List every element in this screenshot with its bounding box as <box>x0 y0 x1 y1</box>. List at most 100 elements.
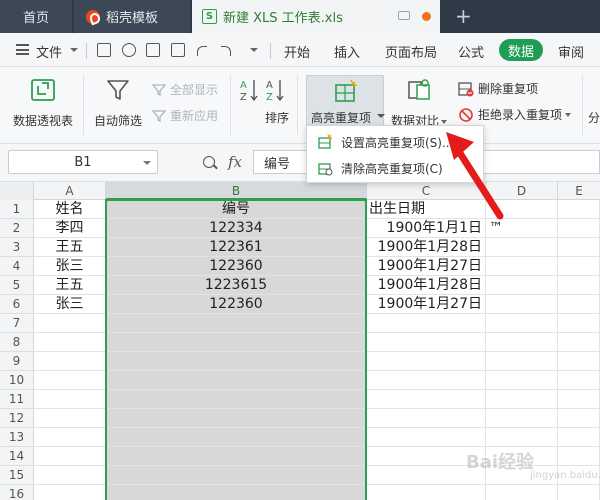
name-box[interactable]: B1 <box>8 150 158 174</box>
cell-c11[interactable] <box>367 390 486 409</box>
cell-e14[interactable] <box>558 447 600 466</box>
tab-data[interactable]: 数据 <box>499 39 543 61</box>
cell-a3[interactable]: 王五 <box>34 238 106 257</box>
cell-e1[interactable] <box>558 200 600 219</box>
cell-b9[interactable] <box>106 352 367 371</box>
cell-a5[interactable]: 王五 <box>34 276 106 295</box>
cell-a1[interactable]: 姓名 <box>34 200 106 219</box>
name-box-chevron-down-icon[interactable] <box>143 161 151 165</box>
data-compare-button[interactable]: 数据对比 <box>388 77 450 129</box>
tab-formula[interactable]: 公式 <box>458 42 484 61</box>
export-icon[interactable] <box>122 43 136 57</box>
cell-c13[interactable] <box>367 428 486 447</box>
cell-d12[interactable] <box>486 409 558 428</box>
column-header-e[interactable]: E <box>558 182 600 200</box>
cell-b14[interactable] <box>106 447 367 466</box>
cell-e6[interactable] <box>558 295 600 314</box>
remove-duplicates-button[interactable]: 删除重复项 <box>458 80 538 97</box>
cell-e7[interactable] <box>558 314 600 333</box>
hamburger-menu-icon[interactable] <box>16 44 29 55</box>
cell-c3[interactable]: 1900年1月28日 <box>367 238 486 257</box>
pivot-table-button[interactable]: 数据透视表 <box>10 77 76 129</box>
tab-review[interactable]: 审阅 <box>558 42 584 61</box>
row-header[interactable]: 6 <box>0 295 34 314</box>
tab-xls-file[interactable]: S 新建 XLS 工作表.xls <box>192 0 440 33</box>
cell-c9[interactable] <box>367 352 486 371</box>
cell-b13[interactable] <box>106 428 367 447</box>
cell-b8[interactable] <box>106 333 367 352</box>
cell-d10[interactable] <box>486 371 558 390</box>
tab-docer-templates[interactable]: 稻壳模板 <box>74 0 190 33</box>
row-header[interactable]: 11 <box>0 390 34 409</box>
row-header[interactable]: 5 <box>0 276 34 295</box>
tab-start[interactable]: 开始 <box>284 42 310 61</box>
select-all-corner[interactable] <box>0 182 34 200</box>
cell-e11[interactable] <box>558 390 600 409</box>
cell-e2[interactable] <box>558 219 600 238</box>
row-header[interactable]: 4 <box>0 257 34 276</box>
row-header[interactable]: 12 <box>0 409 34 428</box>
cell-b16[interactable] <box>106 485 367 500</box>
cell-a7[interactable] <box>34 314 106 333</box>
cell-d11[interactable] <box>486 390 558 409</box>
cell-e5[interactable] <box>558 276 600 295</box>
cell-b12[interactable] <box>106 409 367 428</box>
sort-button[interactable]: A Z A Z <box>234 77 292 109</box>
tab-home[interactable]: 首页 <box>0 0 72 33</box>
cell-a12[interactable] <box>34 409 106 428</box>
cell-c16[interactable] <box>367 485 486 500</box>
cell-d4[interactable] <box>486 257 558 276</box>
cell-d5[interactable] <box>486 276 558 295</box>
fx-icon[interactable]: fx <box>228 153 242 171</box>
cell-b6[interactable]: 122360 <box>106 295 367 314</box>
row-header[interactable]: 9 <box>0 352 34 371</box>
row-header[interactable]: 10 <box>0 371 34 390</box>
cell-a13[interactable] <box>34 428 106 447</box>
tab-insert[interactable]: 插入 <box>334 42 360 61</box>
monitor-icon[interactable] <box>398 11 410 20</box>
cell-b1[interactable]: 编号 <box>106 200 367 219</box>
cell-a2[interactable]: 李四 <box>34 219 106 238</box>
cell-e4[interactable] <box>558 257 600 276</box>
row-header[interactable]: 3 <box>0 238 34 257</box>
cell-c12[interactable] <box>367 409 486 428</box>
cell-a8[interactable] <box>34 333 106 352</box>
cell-c5[interactable]: 1900年1月28日 <box>367 276 486 295</box>
column-header-a[interactable]: A <box>34 182 106 200</box>
split-columns-button[interactable]: 分 <box>588 109 600 126</box>
cell-a14[interactable] <box>34 447 106 466</box>
cell-d7[interactable] <box>486 314 558 333</box>
cell-d3[interactable] <box>486 238 558 257</box>
cell-e12[interactable] <box>558 409 600 428</box>
column-header-b[interactable]: B <box>106 182 367 200</box>
cell-d9[interactable] <box>486 352 558 371</box>
row-header[interactable]: 1 <box>0 200 34 219</box>
cell-e3[interactable] <box>558 238 600 257</box>
print-icon[interactable] <box>146 43 160 57</box>
print-preview-icon[interactable] <box>171 43 185 57</box>
cell-b10[interactable] <box>106 371 367 390</box>
row-header[interactable]: 2 <box>0 219 34 238</box>
row-header[interactable]: 13 <box>0 428 34 447</box>
cell-e13[interactable] <box>558 428 600 447</box>
cell-d8[interactable] <box>486 333 558 352</box>
show-all-button[interactable]: 全部显示 <box>152 81 218 98</box>
row-header[interactable]: 14 <box>0 447 34 466</box>
cell-e8[interactable] <box>558 333 600 352</box>
cell-e16[interactable] <box>558 485 600 500</box>
cell-a6[interactable]: 张三 <box>34 295 106 314</box>
cell-b3[interactable]: 122361 <box>106 238 367 257</box>
cell-b5[interactable]: 1223615 <box>106 276 367 295</box>
cell-a4[interactable]: 张三 <box>34 257 106 276</box>
cell-d16[interactable] <box>486 485 558 500</box>
highlight-duplicates-button[interactable]: 高亮重复项 <box>306 75 385 131</box>
new-tab-button[interactable]: + <box>455 6 472 26</box>
cell-b2[interactable]: 122334 <box>106 219 367 238</box>
row-header[interactable]: 16 <box>0 485 34 500</box>
save-icon[interactable] <box>97 43 111 57</box>
cell-e10[interactable] <box>558 371 600 390</box>
cell-a15[interactable] <box>34 466 106 485</box>
autofilter-button[interactable]: 自动筛选 <box>92 77 144 129</box>
redo-icon[interactable] <box>221 46 231 56</box>
cell-a16[interactable] <box>34 485 106 500</box>
